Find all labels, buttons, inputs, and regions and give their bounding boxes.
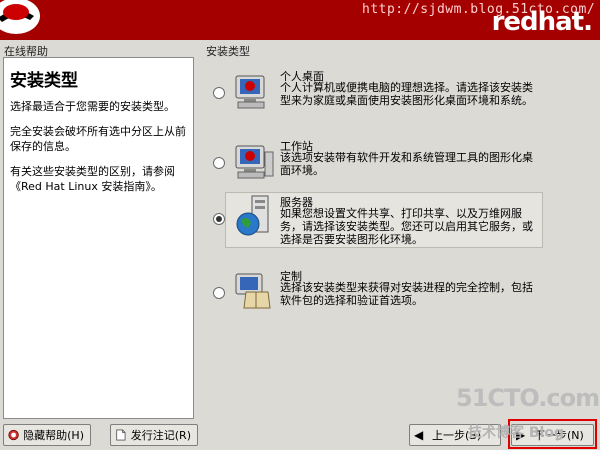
install-type-section-label: 安装类型 [206, 45, 250, 58]
release-notes-button[interactable]: 发行注记(R) [110, 424, 198, 446]
install-option-workstation[interactable]: 工作站 该选项安装带有软件开发和系统管理工具的图形化桌面环境。 [208, 136, 588, 200]
radio-server[interactable] [213, 213, 225, 225]
help-title: 安装类型 [10, 71, 78, 91]
option-description: 个人计算机或便携电脑的理想选择。请选择该安装类型来为家庭或桌面使用安装图形化桌面… [280, 81, 533, 107]
install-option-personal-desktop[interactable]: 个人桌面 个人计算机或便携电脑的理想选择。请选择该安装类型来为家庭或桌面使用安装… [208, 66, 588, 130]
option-description: 选择该安装类型来获得对安装进程的完全控制，包括软件包的选择和验证首选项。 [280, 281, 533, 307]
hide-help-button[interactable]: 隐藏帮助(H) [3, 424, 91, 446]
help-paragraph: 完全安装会破坏所有选中分区上从前保存的信息。 [10, 125, 186, 153]
custom-package-icon [235, 273, 271, 309]
hide-help-label: 隐藏帮助(H) [23, 429, 84, 442]
release-notes-label: 发行注记(R) [130, 429, 191, 442]
option-description: 该选项安装带有软件开发和系统管理工具的图形化桌面环境。 [280, 151, 533, 177]
server-globe-icon [236, 195, 269, 236]
help-buoy-icon [8, 429, 19, 441]
desktop-monitor-icon [235, 75, 265, 109]
header-banner: http://sjdwm.blog.51cto.com/ redhat. [0, 0, 600, 40]
install-option-server[interactable]: 服务器 如果您想设置文件共享、打印共享、以及万维网服务，请选择该安装类型。您还可… [208, 192, 588, 256]
help-paragraph: 选择最适合于您需要的安装类型。 [10, 100, 175, 113]
radio-workstation[interactable] [213, 157, 225, 169]
arrow-left-icon: ◀ [414, 428, 424, 442]
blog-watermark: 技术博客 Blog [468, 425, 564, 441]
option-description: 如果您想设置文件共享、打印共享、以及万维网服务，请选择该安装类型。您还可以启用其… [280, 207, 533, 246]
help-paragraph: 有关这些安装类型的区别，请参阅《Red Hat Linux 安装指南》。 [10, 165, 175, 193]
site-watermark: 51CTO.com [456, 384, 600, 412]
radio-custom[interactable] [213, 287, 225, 299]
help-panel: 安装类型 选择最适合于您需要的安装类型。 完全安装会破坏所有选中分区上从前保存的… [3, 57, 194, 419]
radio-personal-desktop[interactable] [213, 87, 225, 99]
workstation-monitor-icon [235, 145, 274, 179]
document-icon [116, 429, 126, 441]
redhat-wordmark: redhat. [491, 7, 593, 37]
install-option-custom[interactable]: 定制 选择该安装类型来获得对安装进程的完全控制，包括软件包的选择和验证首选项。 [208, 266, 588, 330]
redhat-logo-icon [0, 0, 40, 34]
